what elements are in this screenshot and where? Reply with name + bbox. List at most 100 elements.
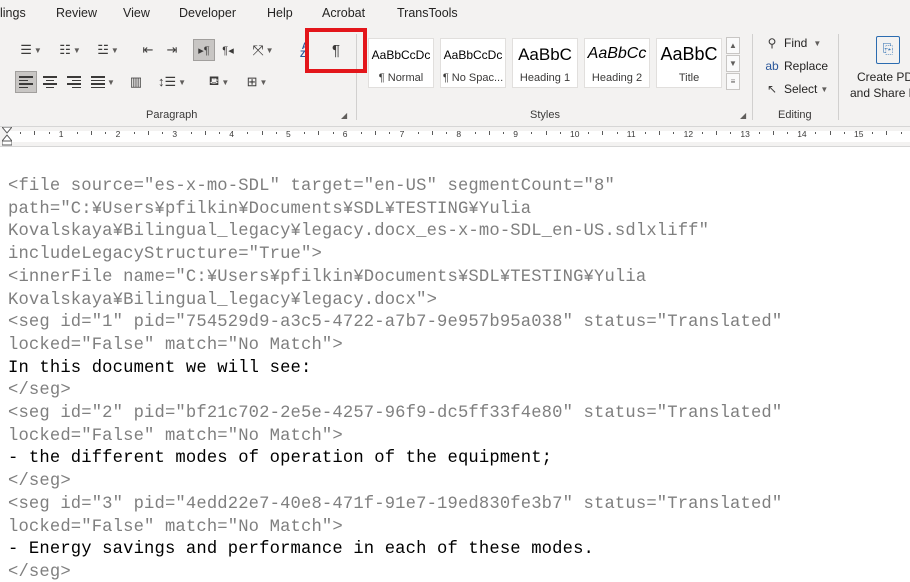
ruler-tick	[503, 132, 504, 134]
document-tag-line: </seg>	[8, 472, 71, 492]
rtl-paragraph-button[interactable]: ¶◂	[217, 39, 239, 61]
ribbon: ☰ ▼ ☷ ▼ ☳ ▼ ⇤ ⇥ ▸¶ ¶◂ ⤧ ▼ A Z↓ ¶ ▼ ▥ ↕☰ ▼	[0, 28, 910, 127]
chevron-down-icon: ▼	[33, 45, 42, 55]
ruler-tick	[815, 132, 817, 134]
style-sample: AaBbCcDc	[371, 48, 431, 62]
select-button[interactable]: ↖ Select ▼	[764, 79, 828, 99]
document-content-line: - Energy savings and performance in each…	[8, 540, 594, 560]
ruler-tick	[872, 132, 874, 134]
ruler-tick	[616, 132, 618, 134]
ruler-tick	[190, 132, 192, 134]
ruler-tick	[645, 132, 646, 134]
document-content-line: In this document we will see:	[8, 358, 312, 378]
style-heading-2[interactable]: AaBbCc Heading 2	[584, 38, 650, 88]
pdf-icon: ⎘	[876, 36, 900, 64]
document-canvas[interactable]: <file source="es-x-mo-SDL" target="en-US…	[0, 146, 910, 582]
ruler-tick	[545, 131, 547, 135]
multilevel-list-button[interactable]: ☳ ▼	[92, 39, 124, 61]
ruler-number: 11	[626, 129, 636, 139]
ruler-tick	[730, 132, 732, 134]
ruler-tick	[162, 132, 164, 134]
justify-button[interactable]: ▼	[87, 71, 119, 93]
share-label: and Share li	[850, 86, 910, 100]
numbering-button[interactable]: ☷ ▼	[54, 39, 86, 61]
ruler-tick	[91, 131, 93, 135]
document-tag-line: path="C:¥Users¥pfilkin¥Documents¥SDL¥TES…	[8, 199, 532, 219]
indent-marker-icon[interactable]	[2, 127, 12, 146]
ruler-number: 13	[740, 129, 750, 139]
tab-review[interactable]: Review	[56, 6, 97, 20]
bullets-button[interactable]: ☰ ▼	[16, 39, 46, 61]
ruler-tick	[219, 132, 220, 134]
tab-acrobat[interactable]: Acrobat	[322, 6, 365, 20]
tab-help[interactable]: Help	[267, 6, 293, 20]
ruler-tick	[474, 132, 476, 134]
document-tag-line: <innerFile name="C:¥Users¥pfilkin¥Docume…	[8, 267, 647, 287]
tab-transtools[interactable]: TransTools	[397, 6, 458, 20]
document-tag-line: <file source="es-x-mo-SDL" target="en-US…	[8, 177, 615, 196]
ltr-paragraph-icon: ▸¶	[198, 44, 210, 57]
ltr-paragraph-button[interactable]: ▸¶	[193, 39, 215, 61]
align-right-button[interactable]	[63, 71, 85, 93]
columns-button[interactable]: ▥	[125, 71, 147, 93]
ruler-tick	[417, 132, 419, 134]
increase-indent-icon: ⇥	[166, 42, 178, 57]
align-right-icon	[67, 76, 81, 88]
ruler-number: 1	[58, 129, 64, 139]
gallery-scroll-down-button[interactable]: ▼	[726, 55, 740, 72]
replace-button[interactable]: ab Replace	[764, 56, 828, 76]
ruler-tick	[716, 131, 717, 135]
create-pdf-share-button[interactable]: ⎘ Create PD and Share li	[846, 34, 910, 104]
chevron-down-icon: ▼	[178, 77, 187, 87]
horizontal-ruler: 1 2 3 4 5 6 7 8 9 10 11 12 13 14 15	[0, 127, 910, 146]
gallery-scroll-up-button[interactable]: ▲	[726, 37, 740, 54]
align-center-button[interactable]	[39, 71, 61, 93]
multilevel-list-icon: ☳	[97, 42, 109, 57]
document-tag-line: locked="False" match="No Match">	[8, 335, 343, 355]
ruler-tick	[701, 132, 703, 134]
ruler-tick	[34, 131, 36, 135]
align-center-icon	[43, 76, 57, 88]
ruler-tick	[133, 132, 135, 134]
ruler-number: 15	[854, 129, 864, 139]
chevron-down-icon: ▼	[72, 45, 81, 55]
shading-button[interactable]: ⛾ ▼	[202, 71, 236, 93]
bullets-icon: ☰	[20, 42, 32, 57]
tab-mailings[interactable]: lings	[0, 6, 26, 20]
style-name: ¶ Normal	[378, 72, 424, 84]
more-icon: ≡	[730, 77, 736, 86]
ruler-number: 6	[342, 129, 348, 139]
asian-layout-button[interactable]: ⤧ ▼	[246, 39, 280, 61]
gallery-more-button[interactable]: ≡	[726, 73, 740, 90]
decrease-indent-button[interactable]: ⇤	[137, 39, 159, 61]
paragraph-dialog-launcher-icon[interactable]: ◢	[341, 111, 347, 120]
ruler-tick	[758, 132, 760, 134]
style-no-spacing[interactable]: AaBbCcDc ¶ No Spac...	[440, 38, 506, 88]
ruler-tick	[843, 132, 845, 134]
tab-developer[interactable]: Developer	[179, 6, 236, 20]
borders-button[interactable]: ⊞ ▼	[240, 71, 274, 93]
style-normal[interactable]: AaBbCcDc ¶ Normal	[368, 38, 434, 88]
numbering-icon: ☷	[59, 42, 71, 57]
tab-view[interactable]: View	[123, 6, 150, 20]
ruler-tick	[488, 131, 490, 135]
styles-dialog-launcher-icon[interactable]: ◢	[740, 111, 746, 120]
line-spacing-button[interactable]: ↕☰ ▼	[155, 71, 189, 93]
line-spacing-icon: ↕☰	[157, 74, 177, 89]
align-left-button[interactable]	[15, 71, 37, 93]
increase-indent-button[interactable]: ⇥	[161, 39, 183, 61]
ruler-tick	[659, 131, 661, 135]
style-sample: AaBbCcDc	[443, 48, 503, 62]
ruler-tick	[375, 131, 377, 135]
ruler-tick	[20, 132, 22, 134]
ruler-number: 3	[172, 129, 178, 139]
replace-icon: ab	[765, 59, 779, 73]
style-heading-1[interactable]: AaBbC Heading 1	[512, 38, 578, 88]
document-text: <file source="es-x-mo-SDL" target="en-US…	[8, 176, 782, 582]
ruler-tick	[829, 131, 831, 135]
chevron-down-icon: ▼	[820, 84, 829, 94]
find-button[interactable]: ⚲ Find ▼	[764, 33, 822, 53]
ruler-number: 9	[513, 129, 518, 139]
style-title[interactable]: AaBbC Title	[656, 38, 722, 88]
ruler-tick	[48, 132, 50, 134]
